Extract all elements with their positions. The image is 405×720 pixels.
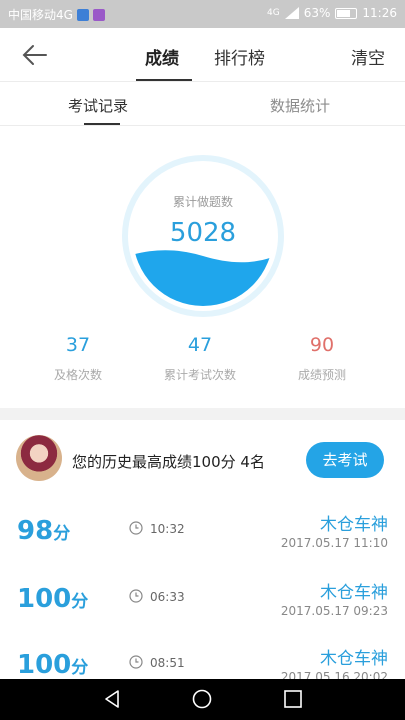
home-nav-icon[interactable]: [192, 689, 212, 709]
tab-scores[interactable]: 成绩: [145, 44, 179, 69]
back-nav-icon[interactable]: [102, 689, 122, 709]
stat-pass-count: 37 及格次数: [13, 334, 143, 383]
app-notification-icon: [76, 8, 89, 21]
stat-label: 累计考试次数: [163, 368, 236, 382]
stat-value: 47: [187, 334, 213, 356]
record-duration: 10:32: [150, 522, 185, 536]
record-score: 100分: [17, 650, 89, 680]
take-exam-button[interactable]: 去考试: [306, 442, 384, 478]
recents-nav-icon[interactable]: [283, 689, 303, 709]
record-score: 98分: [17, 516, 71, 546]
record-car-name: 木仓车神: [320, 583, 388, 603]
stat-value: 90: [309, 334, 335, 356]
tab-ranking[interactable]: 排行榜: [214, 44, 265, 69]
active-tab-indicator: [136, 79, 192, 81]
section-divider: [0, 408, 405, 420]
record-car-name: 木仓车神: [320, 649, 388, 669]
avatar: [16, 435, 62, 481]
exam-record-row[interactable]: 98分 10:32 木仓车神 2017.05.17 11:10: [0, 500, 405, 566]
clock-time: 11:26: [362, 6, 397, 20]
top-nav: 成绩 排行榜 清空: [0, 28, 405, 82]
best-score-row: 您的历史最高成绩100分 4名 去考试: [0, 420, 405, 500]
gauge-value: 5028: [169, 218, 237, 248]
app-notification-icon-2: [92, 8, 105, 21]
tab-data-stats[interactable]: 数据统计: [270, 95, 330, 116]
tab-exam-records[interactable]: 考试记录: [68, 95, 128, 116]
signal-icon: [284, 7, 299, 19]
active-subtab-indicator: [84, 123, 120, 125]
battery-icon: [335, 7, 358, 19]
record-duration: 08:51: [150, 656, 185, 670]
signal-label: 4G: [267, 8, 280, 18]
record-date: 2017.05.17 11:10: [280, 536, 388, 550]
record-duration: 06:33: [150, 590, 185, 604]
stat-value: 37: [65, 334, 91, 356]
exam-record-row[interactable]: 100分 06:33 木仓车神 2017.05.17 09:23: [0, 568, 405, 634]
status-bar: 中国移动4G 4G 63% 11:26: [0, 0, 405, 28]
clock-icon: [129, 521, 143, 535]
system-nav-bar: [0, 679, 405, 720]
sub-tabs: 考试记录 数据统计: [0, 82, 405, 126]
back-arrow-icon[interactable]: [20, 42, 50, 68]
clock-icon: [129, 589, 143, 603]
battery-percent: 63%: [303, 6, 331, 20]
record-date: 2017.05.17 09:23: [280, 604, 388, 618]
clear-button[interactable]: 清空: [351, 44, 385, 69]
clock-icon: [129, 655, 143, 669]
stat-exam-count: 47 累计考试次数: [135, 334, 265, 383]
carrier-label: 中国移动4G: [8, 8, 73, 22]
best-score-text: 您的历史最高成绩100分 4名: [72, 453, 265, 471]
record-score: 100分: [17, 584, 89, 614]
record-car-name: 木仓车神: [320, 515, 388, 535]
gauge-label: 累计做题数: [172, 195, 233, 209]
stat-score-prediction: 90 成绩预测: [257, 334, 387, 383]
stat-label: 及格次数: [53, 368, 102, 382]
stat-label: 成绩预测: [297, 368, 346, 382]
